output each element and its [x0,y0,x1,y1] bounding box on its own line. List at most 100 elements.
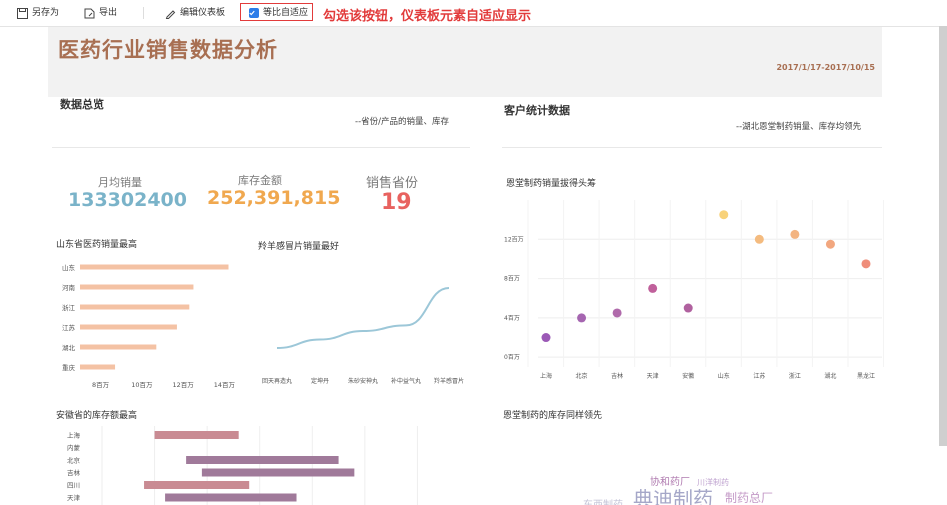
scatter-point [683,303,693,313]
tick-label: 上海 [540,372,552,380]
tick-label: 8百万 [92,381,110,389]
kpi-value: 133302400 [68,189,187,211]
word-cloud: 协和药厂川洋制药典迪制药制药总厂东西制药 [583,475,773,505]
tick-label: 浙江 [62,303,76,312]
export-button[interactable]: 导出 [84,5,117,21]
tick-label: 8百万 [504,276,520,283]
tick-label: 四川 [67,482,80,490]
tick-label: 朱砂安神丸 [348,377,378,385]
scatter-point [861,259,871,269]
data-overview-title: 数据总览 [60,98,104,111]
pencil-icon [165,9,176,19]
tick-label: 北京 [67,456,81,465]
tick-label: 0百万 [504,354,520,361]
toolbar-divider [143,7,144,19]
tick-label: 吉林 [67,468,81,477]
word-cloud-word: 东西制药 [583,498,623,505]
chart-title: 羚羊感冒片销量最好 [258,242,340,252]
scatter-point [648,283,658,293]
kpi-label: 月均销量 [98,176,142,189]
app-window: 另存为 导出 编辑仪表板 等比自适应 勾选该按钮，仪表板元素自适应显示 医药行业… [0,0,947,505]
tick-label: 河南 [62,283,76,292]
tick-label: 江苏 [62,323,76,332]
tick-label: 江苏 [753,372,765,380]
bar [80,324,177,330]
edit-dashboard-button[interactable]: 编辑仪表板 [165,5,225,21]
bar [80,364,116,370]
bar [154,431,239,439]
save-as-button[interactable]: 另存为 [17,5,59,21]
bar [80,264,229,270]
chart-title: 恩堂制药的库存同样领先 [503,411,603,421]
tick-label: 吉林 [611,372,623,380]
scatter-point [719,210,729,220]
tick-label: 定坤丹 [311,377,329,385]
export-label: 导出 [99,8,118,18]
dashboard-title: 医药行业销售数据分析 [58,38,278,62]
scatter-point [541,333,551,343]
scatter-point [577,313,587,323]
kpi-label: 库存金额 [238,174,282,187]
tick-label: 湖北 [62,343,76,352]
annotation-text: 勾选该按钮，仪表板元素自适应显示 [323,9,532,24]
word-cloud-word: 川洋制药 [697,477,729,487]
tick-label: 上海 [67,431,81,440]
bar [80,344,157,350]
tick-label: 14百万 [214,381,236,389]
word-cloud-word: 典迪制药 [633,487,713,505]
bar [186,456,339,464]
bar [80,304,190,310]
divider [502,147,882,148]
tick-label: 10百万 [131,381,153,389]
tick-label: 重庆 [62,363,76,372]
tick-label: 安徽 [682,372,694,380]
bar [165,493,297,502]
customer-stats-title: 客户统计数据 [504,104,570,117]
tick-label: 12百万 [504,236,524,243]
tick-label: 内蒙 [67,443,81,452]
data-overview-subtitle: --省份/产品的销量、库存 [355,117,449,127]
date-range: 2017/1/17-2017/10/15 [776,63,875,72]
kpi-label: 销售省份 [366,176,419,191]
tick-label: 山东 [62,263,76,272]
bar [201,468,355,477]
tick-label: 北京 [576,372,588,380]
save-icon [17,7,28,19]
kpi-value: 19 [381,190,412,215]
bar [144,481,250,489]
inventory-chart: 上海内蒙北京吉林四川天津 [67,426,418,505]
tick-label: 12百万 [172,381,194,389]
toolbar: 另存为 导出 编辑仪表板 等比自适应 勾选该按钮，仪表板元素自适应显示 [0,0,947,27]
province-sales-chart: 山东河南浙江江苏湖北重庆 8百万 10百万 12百万 14百万 [62,263,236,389]
scatter-point [825,239,835,249]
tick-label: 湖北 [824,372,836,380]
bar [80,284,194,290]
tick-label: 天津 [67,494,81,502]
product-sales-chart: 回天再造丸 定坤丹 朱砂安神丸 补中益气丸 羚羊感冒片 [262,287,464,385]
scatter-point [612,308,622,318]
scatter-point [754,234,764,244]
series-line [276,287,450,349]
scrollbar[interactable] [939,26,947,446]
edit-dashboard-label: 编辑仪表板 [180,8,226,18]
divider [52,147,470,148]
tick-label: 浙江 [789,372,801,380]
tick-label: 山东 [718,372,730,380]
chart-title: 山东省医药销量最高 [56,240,138,250]
word-cloud-word: 制药总厂 [725,491,773,505]
kpi-value: 252,391,815 [207,187,341,209]
chart-title: 恩堂制药销量拔得头筹 [506,179,597,189]
tick-label: 补中益气丸 [391,377,421,385]
tick-label: 回天再造丸 [262,377,292,385]
tick-label: 羚羊感冒片 [434,377,464,385]
highlight-box [240,3,313,21]
tick-label: 4百万 [504,315,520,322]
save-as-label: 另存为 [32,8,60,18]
scatter-point [790,229,800,239]
chart-title: 安徽省的库存额最高 [56,411,138,421]
tick-label: 黑龙江 [857,372,875,380]
export-icon [84,8,95,18]
customer-sales-scatter: 0百万 4百万 8百万 12百万上海 北京 吉林 天津 安徽 山东 江苏 浙江 湖北 黑龙江 [504,200,884,380]
customer-stats-subtitle: --湖北恩堂制药销量、库存均领先 [736,122,862,132]
tick-label: 天津 [647,373,659,380]
